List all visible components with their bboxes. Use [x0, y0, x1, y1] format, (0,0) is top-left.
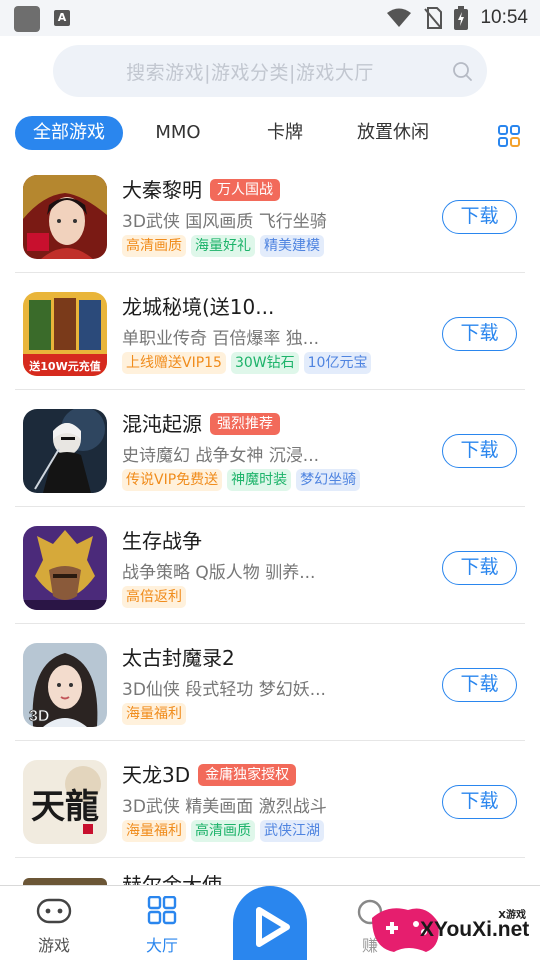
tab-idle[interactable]: 放置休闲 [345, 116, 441, 150]
game-tag: 高清画质 [122, 235, 186, 257]
download-button[interactable]: 下载 [442, 785, 517, 819]
status-bar: A 10:54 [0, 0, 540, 36]
game-tag: 30W钻石 [230, 352, 299, 374]
game-badge: 万人国战 [210, 179, 280, 201]
nav-label: 游戏 [37, 936, 70, 955]
icon-caption: 送10W元充值 [28, 359, 100, 373]
game-list: 大秦黎明 万人国战 3D武侠 国风画质 飞行坐骑 高清画质 海量好礼 精美建模 下… [0, 156, 540, 858]
game-tag: 传说VIP免费送 [122, 469, 223, 491]
game-title: 混沌起源 强烈推荐 [122, 408, 280, 437]
icon-caption: 天龍 [31, 787, 99, 827]
game-description: 单职业传奇 百倍爆率 独... [122, 329, 320, 349]
tab-card[interactable]: 卡牌 [250, 116, 320, 150]
game-tag: 海量好礼 [191, 235, 255, 257]
game-title: 大秦黎明 万人国战 [122, 174, 280, 203]
game-list-item[interactable]: 生存战争 战争策略 Q版人物 驯养... 高倍返利 下载 [0, 507, 540, 624]
game-tag: 梦幻坐骑 [296, 469, 361, 491]
app-square-icon [14, 6, 40, 32]
clock: 10:54 [480, 7, 528, 28]
search-placeholder: 搜索游戏|游戏分类|游戏大厅 [126, 62, 374, 84]
game-title: 太古封魔录2 [122, 646, 235, 670]
tab-all-games[interactable]: 全部游戏 [15, 116, 123, 150]
game-badge: 金庸独家授权 [198, 764, 297, 786]
game-tag: 海量福利 [122, 820, 186, 842]
gamepad-icon [36, 898, 72, 924]
nav-games[interactable]: 游戏 [14, 886, 94, 960]
game-tag: 高倍返利 [122, 586, 186, 608]
game-description: 3D仙侠 段式轻功 梦幻妖... [122, 680, 326, 700]
battery-charging-icon [454, 6, 469, 30]
game-description: 3D武侠 国风画质 飞行坐骑 [122, 212, 327, 232]
game-tag: 武侠江湖 [260, 820, 324, 842]
category-tabs: 全部游戏 MMO 卡牌 放置休闲 [0, 114, 540, 154]
game-tag: 10亿元宝 [303, 352, 372, 374]
fairy-portrait-icon[interactable]: 3D [23, 643, 107, 727]
game-description: 战争策略 Q版人物 驯养... [122, 563, 316, 583]
icon-caption: 3D [29, 708, 49, 725]
no-sim-icon [424, 7, 443, 29]
play-icon [256, 907, 290, 947]
calligraphy-tianlong-icon[interactable]: 天龍 [23, 760, 107, 844]
game-tags: 上线赠送VIP15 30W钻石 10亿元宝 [122, 352, 372, 374]
search-icon[interactable] [451, 60, 473, 82]
game-tags: 海量福利 高清画质 武侠江湖 [122, 820, 324, 842]
center-play-button[interactable] [233, 886, 307, 960]
divider [15, 857, 525, 858]
game-title: 龙城秘境(送10... [122, 295, 275, 319]
game-description: 3D武侠 精美画面 激烈战斗 [122, 797, 327, 817]
game-description: 史诗魔幻 战争女神 沉浸... [122, 446, 320, 466]
download-button[interactable]: 下载 [442, 668, 517, 702]
search-input[interactable]: 搜索游戏|游戏分类|游戏大厅 [53, 45, 487, 97]
game-title: 天龙3D 金庸独家授权 [122, 759, 297, 788]
a-notification-icon: A [54, 10, 70, 26]
game-tags: 高清画质 海量好礼 精美建模 [122, 235, 324, 257]
game-tags: 海量福利 [122, 703, 186, 725]
tab-mmo[interactable]: MMO [138, 116, 218, 150]
game-tag: 精美建模 [260, 235, 324, 257]
download-button[interactable]: 下载 [442, 200, 517, 234]
game-tags: 传说VIP免费送 神魔时装 梦幻坐骑 [122, 469, 361, 491]
game-tag: 海量福利 [122, 703, 186, 725]
game-list-item[interactable]: 大秦黎明 万人国战 3D武侠 国风画质 飞行坐骑 高清画质 海量好礼 精美建模 下… [0, 156, 540, 273]
game-tag: 神魔时装 [227, 469, 292, 491]
gold-cards-icon[interactable]: 送10W元充值 [23, 292, 107, 376]
game-list-item[interactable]: 送10W元充值 龙城秘境(送10... 单职业传奇 百倍爆率 独... 上线赠送… [0, 273, 540, 390]
queen-warrior-icon[interactable] [23, 175, 107, 259]
download-button[interactable]: 下载 [442, 551, 517, 585]
watermark-text: XYouXi.net [420, 918, 530, 941]
wifi-icon [387, 8, 412, 27]
helmet-knight-icon[interactable] [23, 526, 107, 610]
download-button[interactable]: 下载 [442, 434, 517, 468]
game-badge: 强烈推荐 [210, 413, 280, 435]
download-button[interactable]: 下载 [442, 317, 517, 351]
android-swordswoman-icon[interactable] [23, 409, 107, 493]
nav-hall[interactable]: 大厅 [122, 886, 202, 960]
grid-icon [147, 896, 177, 925]
nav-label: 大厅 [145, 936, 178, 955]
game-list-item[interactable]: 天龍 天龙3D 金庸独家授权 3D武侠 精美画面 激烈战斗 海量福利 高清画质 武… [0, 741, 540, 858]
game-tag: 上线赠送VIP15 [122, 352, 226, 374]
game-tags: 高倍返利 [122, 586, 186, 608]
grid-icon[interactable] [497, 124, 521, 148]
game-title: 生存战争 [122, 529, 202, 553]
game-tag: 高清画质 [191, 820, 255, 842]
game-list-item[interactable]: 混沌起源 强烈推荐 史诗魔幻 战争女神 沉浸... 传说VIP免费送 神魔时装 梦… [0, 390, 540, 507]
game-list-item[interactable]: 3D 太古封魔录2 3D仙侠 段式轻功 梦幻妖... 海量福利 下载 [0, 624, 540, 741]
